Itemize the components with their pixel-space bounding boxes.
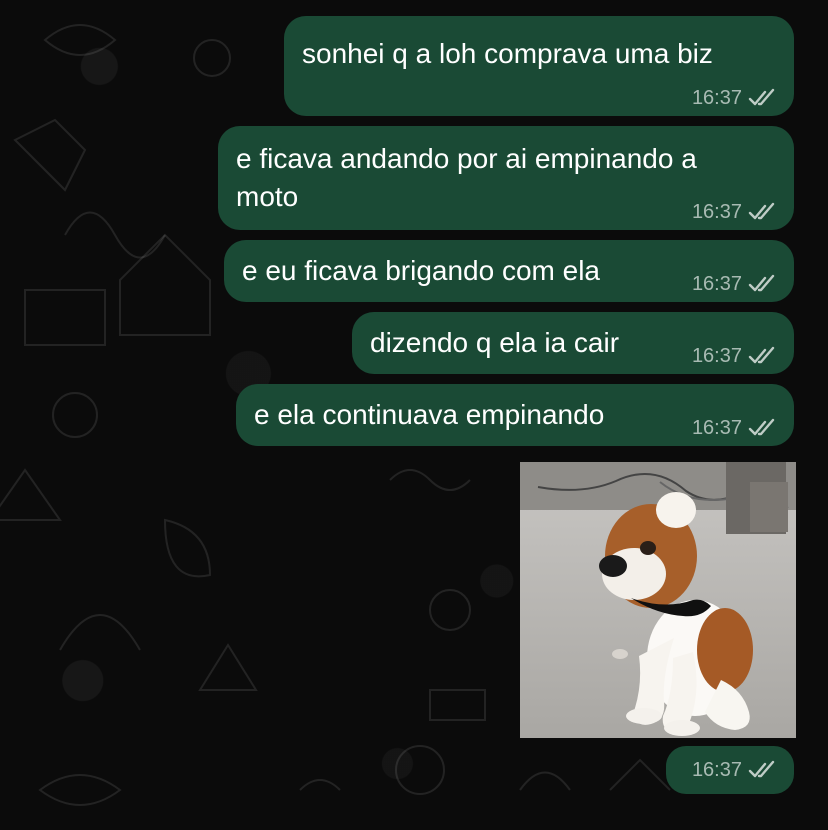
message-time-2: 16:37 (691, 201, 742, 223)
message-text-4: dizendo q ela ia cair (370, 327, 620, 358)
media-message-time: 16:37 (691, 759, 742, 781)
message-bubble-1[interactable]: sonhei q a loh comprava uma biz 16:37 (284, 16, 794, 116)
double-check-icon (748, 346, 775, 364)
message-text-5: e ela continuava empinando (254, 399, 605, 430)
double-check-icon (748, 418, 775, 436)
media-meta-content: 16:37 (692, 758, 776, 782)
message-bubble-4[interactable]: dizendo q ela ia cair 16:37 (352, 312, 794, 374)
message-text-2: e ficava andando por ai empinando a moto (236, 143, 697, 212)
message-bubble-2[interactable]: e ficava andando por ai empinando a moto… (218, 126, 794, 230)
media-message-image[interactable] (520, 462, 796, 738)
message-time-5: 16:37 (691, 417, 742, 439)
double-check-icon (748, 760, 775, 778)
message-meta-2: 16:37 (692, 200, 776, 224)
double-check-icon (748, 202, 775, 220)
message-text-1: sonhei q a loh comprava uma biz (302, 38, 713, 69)
message-meta-4: 16:37 (692, 344, 776, 368)
dog-image (520, 462, 796, 738)
double-check-icon (748, 88, 775, 106)
message-time-3: 16:37 (691, 273, 742, 295)
chat-window: sonhei q a loh comprava uma biz 16:37 e … (0, 0, 828, 830)
double-check-icon (748, 274, 775, 292)
message-text-3: e eu ficava brigando com ela (242, 255, 600, 286)
message-meta-3: 16:37 (692, 272, 776, 296)
media-message-meta[interactable]: 16:37 (666, 746, 794, 794)
message-bubble-3[interactable]: e eu ficava brigando com ela 16:37 (224, 240, 794, 302)
message-meta-5: 16:37 (692, 416, 776, 440)
message-meta-1: 16:37 (692, 86, 776, 110)
message-bubble-5[interactable]: e ela continuava empinando 16:37 (236, 384, 794, 446)
message-time-4: 16:37 (691, 345, 742, 367)
message-time-1: 16:37 (691, 87, 742, 109)
